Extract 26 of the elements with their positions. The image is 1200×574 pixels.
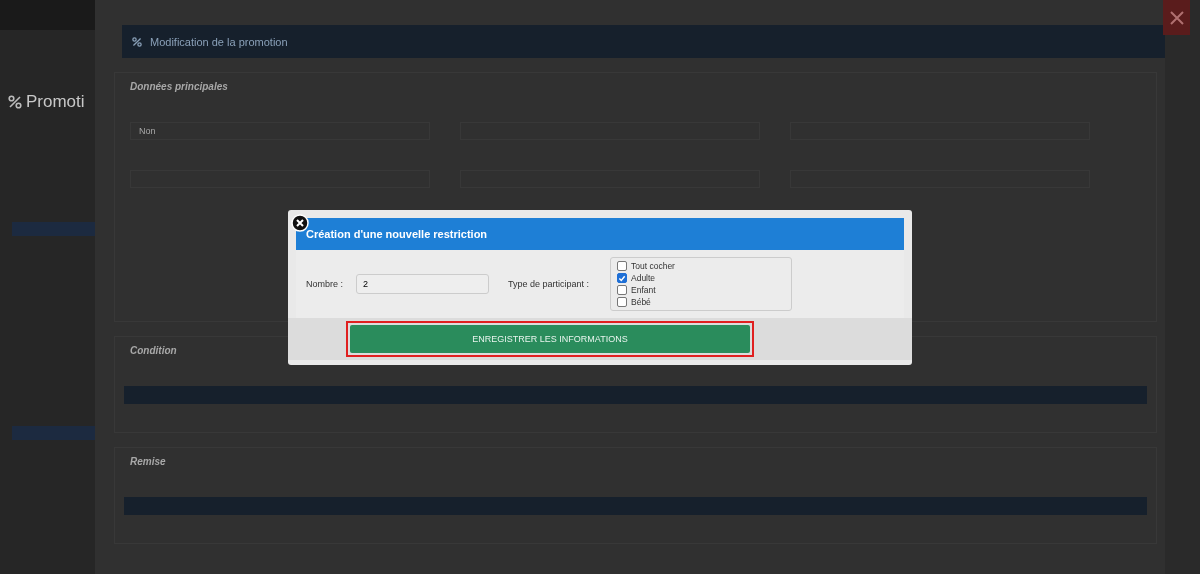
checkbox[interactable] bbox=[617, 297, 627, 307]
checkbox[interactable] bbox=[617, 261, 627, 271]
field-label: Nombre : bbox=[306, 279, 344, 289]
close-button[interactable] bbox=[1163, 0, 1190, 35]
save-button[interactable]: ENREGISTRER LES INFORMATIONS bbox=[350, 325, 750, 353]
checkbox-option[interactable]: Bébé bbox=[617, 297, 785, 307]
section-title: Condition bbox=[130, 345, 178, 356]
checkbox-option[interactable]: Enfant bbox=[617, 285, 785, 295]
number-field[interactable]: 2 bbox=[356, 274, 489, 294]
close-icon[interactable] bbox=[291, 214, 309, 232]
sidebar-button[interactable] bbox=[12, 426, 95, 440]
page-title: Promoti bbox=[26, 92, 85, 112]
checkbox-option[interactable]: Tout cocher bbox=[617, 261, 785, 271]
checkbox[interactable] bbox=[617, 273, 627, 283]
checkbox[interactable] bbox=[617, 285, 627, 295]
select-field[interactable]: Non bbox=[130, 122, 430, 140]
field-label: Type de participant : bbox=[508, 279, 591, 289]
modal-title: Création d'une nouvelle restriction bbox=[306, 228, 488, 240]
close-icon bbox=[1169, 10, 1184, 25]
percent-icon bbox=[132, 36, 142, 47]
checkbox-option[interactable]: Adulte bbox=[617, 273, 785, 283]
sidebar-button[interactable] bbox=[12, 222, 95, 236]
section-title: Données principales bbox=[130, 81, 229, 92]
percent-icon bbox=[8, 95, 22, 109]
section-title: Remise bbox=[130, 456, 167, 467]
dialog-title: Modification de la promotion bbox=[150, 35, 288, 48]
